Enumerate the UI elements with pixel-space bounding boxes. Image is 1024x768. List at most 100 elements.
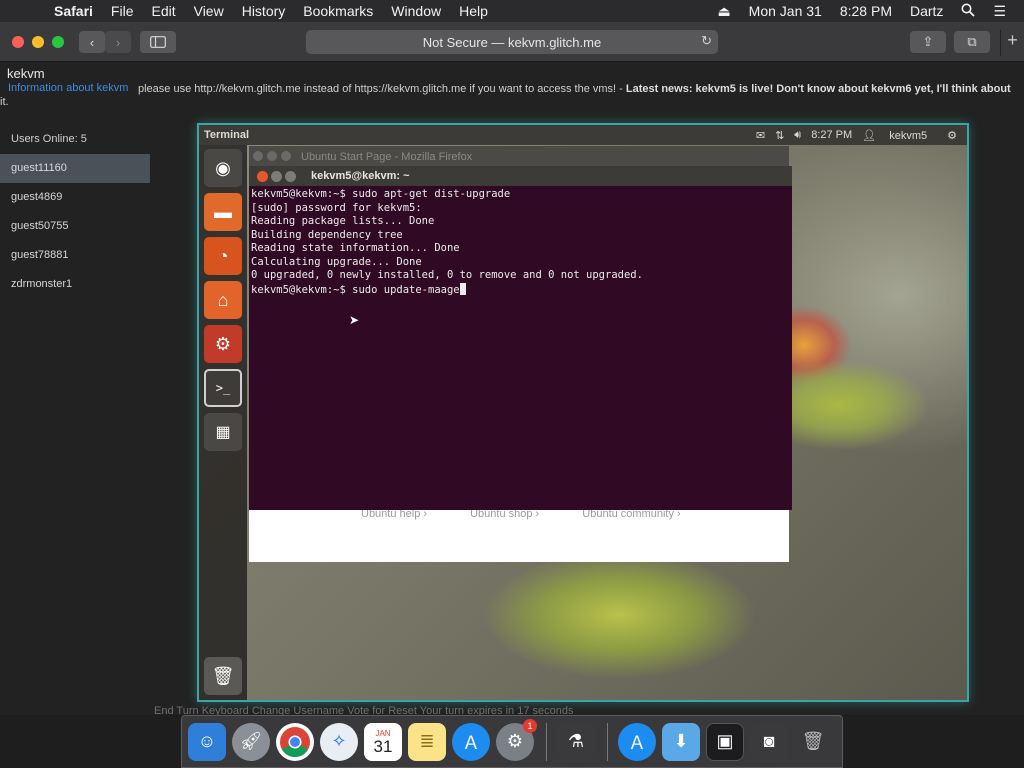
terminal-line: Building dependency tree [251,228,403,241]
menu-history[interactable]: History [242,3,286,19]
finder-icon[interactable]: ☺ [188,722,226,761]
share-icon: ⇪ [922,34,934,49]
app-store-icon[interactable]: Ａ [452,722,490,761]
terminal-output[interactable]: kekvm5@kekvm:~$ sudo apt-get dist-upgrad… [249,186,792,510]
user-item[interactable]: guest11160 [0,154,150,183]
terminal-line: [sudo] password for kekvm5: [251,201,422,214]
calendar-day: 31 [373,736,393,756]
menubar-date[interactable]: Mon Jan 31 [749,3,822,19]
workspace-switcher-icon[interactable]: ▦ [204,413,242,451]
new-tab-button[interactable]: + [1000,30,1024,56]
chevron-right-icon: › [115,34,121,50]
safari-toolbar: ‹ › Not Secure — kekvm.glitch.me ↻ ⇪ ⧉ + [0,22,1024,62]
menu-view[interactable]: View [194,3,224,19]
notice-wrap: it. [0,96,9,108]
trash-icon[interactable]: 🗑︎ [204,657,242,695]
menubar-time[interactable]: 8:28 PM [840,3,892,19]
menu-window[interactable]: Window [391,3,441,19]
zoom-window-icon[interactable] [52,35,64,48]
menu-file[interactable]: File [111,3,134,19]
terminal-icon[interactable]: >_ [204,369,242,407]
back-button[interactable]: ‹ [79,31,105,53]
firefox-icon[interactable]: ◔ [204,237,242,275]
users-online-count: Users Online: 5 [11,133,87,145]
close-window-icon[interactable] [12,35,24,48]
dock-separator [546,722,547,761]
forward-button[interactable]: › [105,31,131,53]
files-icon[interactable]: ▬ [204,193,242,231]
notice-bold: Latest news: kekvm5 is live! Don't know … [625,83,1011,95]
panel-user[interactable]: 👤︎ kekvm5 [862,129,937,142]
mouse-pointer-icon: ➤ [349,313,360,327]
network-icon[interactable]: ⇅ [775,129,784,142]
user-item[interactable]: guest78881 [0,241,150,270]
menu-edit[interactable]: Edit [151,3,175,19]
sidebar-toggle-button[interactable] [140,31,176,53]
installer-icon[interactable]: ⚗ [557,722,595,761]
chrome-icon[interactable] [276,722,314,761]
share-button[interactable]: ⇪ [910,31,946,53]
spotlight-search-icon[interactable] [961,3,976,20]
url-text: Not Secure — kekvm.glitch.me [422,34,602,50]
news-notice: please use http://kekvm.glitch.me instea… [138,82,1018,96]
system-settings-icon[interactable]: ⚙ [204,325,242,363]
menu-help[interactable]: Help [459,3,488,19]
minimize-window-icon[interactable] [32,35,44,48]
notification-center-icon[interactable]: ☰ [993,3,1006,20]
launchpad-icon[interactable]: 🚀︎ [232,722,270,761]
unity-launcher: ◉ ▬ ◔ ⌂ ⚙ >_ ▦ 🗑︎ [199,145,247,700]
user-item[interactable]: guest4869 [0,183,150,212]
terminal-line: kekvm5@kekvm:~$ sudo apt-get dist-upgrad… [251,188,511,200]
prompt-text: kekvm5@kekvm:~$ sudo update-maage [251,283,460,296]
sidebar-icon [150,36,166,48]
dock-trash-icon[interactable]: 🗑︎ [794,723,832,761]
terminal-close-icon[interactable] [257,170,268,182]
firefox-titlebar[interactable]: Ubuntu Start Page - Mozilla Firefox [249,146,789,168]
menubar-user[interactable]: Dartz [910,3,943,19]
dash-home-icon[interactable]: ◉ [204,149,242,187]
info-link[interactable]: Information about kekvm [8,82,128,94]
panel-clock[interactable]: 8:27 PM [811,129,852,141]
terminal-line: Reading package lists... Done [251,215,435,227]
eject-icon[interactable]: ⏏ [717,3,730,20]
downloads-folder-icon[interactable]: ⬇ [662,722,700,761]
terminal-minimize-icon[interactable] [271,170,282,182]
terminal-line: Reading state information... Done [251,242,460,254]
terminal-window-title: kekvm5@kekvm: ~ [311,170,410,182]
calendar-icon[interactable]: JAN 31 [364,722,402,761]
menu-app-safari[interactable]: Safari [54,3,93,19]
address-bar[interactable]: Not Secure — kekvm.glitch.me ↻ [306,30,718,54]
tabs-icon: ⧉ [967,34,977,49]
menu-bookmarks[interactable]: Bookmarks [303,3,373,19]
app-store-downloads-icon[interactable]: Ａ [618,722,656,761]
settings-gear-icon[interactable]: ⚙ [947,129,957,142]
terminal-line: 0 upgraded, 0 newly installed, 0 to remo… [251,269,643,281]
tabs-overview-button[interactable]: ⧉ [954,31,990,53]
software-center-icon[interactable]: ⌂ [204,281,242,319]
reload-icon[interactable]: ↻ [701,33,712,49]
terminal-maximize-icon[interactable] [285,170,296,182]
dock-separator [607,722,608,761]
user-item[interactable]: guest50755 [0,212,150,241]
safari-compass-icon[interactable]: ✧ [320,722,358,761]
web-page: kekvm Information about kekvm please use… [0,62,1024,715]
plus-icon: + [1007,30,1018,50]
notes-icon[interactable]: ≣ [408,722,446,761]
vm-screen[interactable]: Terminal ✉ ⇅ 🔊︎ 8:27 PM 👤︎ kekvm5 ⚙ ◉ ▬ … [197,123,969,702]
volume-icon[interactable]: 🔊︎ [794,129,801,142]
terminal-prompt[interactable]: kekvm5@kekvm:~$ sudo update-maage [251,282,790,298]
device-icon[interactable]: ◙ [750,722,788,761]
terminal-titlebar[interactable]: kekvm5@kekvm: ~ [249,166,792,186]
mail-icon[interactable]: ✉ [756,129,765,142]
users-panel: Users Online: 5 guest11160 guest4869 gue… [0,124,150,299]
macos-dock: ☺ 🚀︎ ✧ JAN 31 ≣ Ａ ⚙ 1 ⚗ Ａ ⬇ ▣ ◙ 🗑︎ [181,715,843,768]
user-item[interactable]: zdrmonster1 [0,270,150,299]
macos-menubar: Safari File Edit View History Bookmarks … [0,0,1024,22]
screenshot-thumbnail-icon[interactable]: ▣ [706,722,744,761]
panel-app-title: Terminal [204,129,250,141]
firefox-page: Ubuntu help › Ubuntu shop › Ubuntu commu… [249,508,789,562]
firefox-window-title: Ubuntu Start Page - Mozilla Firefox [301,151,473,163]
ubuntu-top-panel: Terminal ✉ ⇅ 🔊︎ 8:27 PM 👤︎ kekvm5 ⚙ [199,125,967,145]
site-title: kekvm [7,66,45,81]
system-preferences-icon[interactable]: ⚙ 1 [496,718,537,761]
